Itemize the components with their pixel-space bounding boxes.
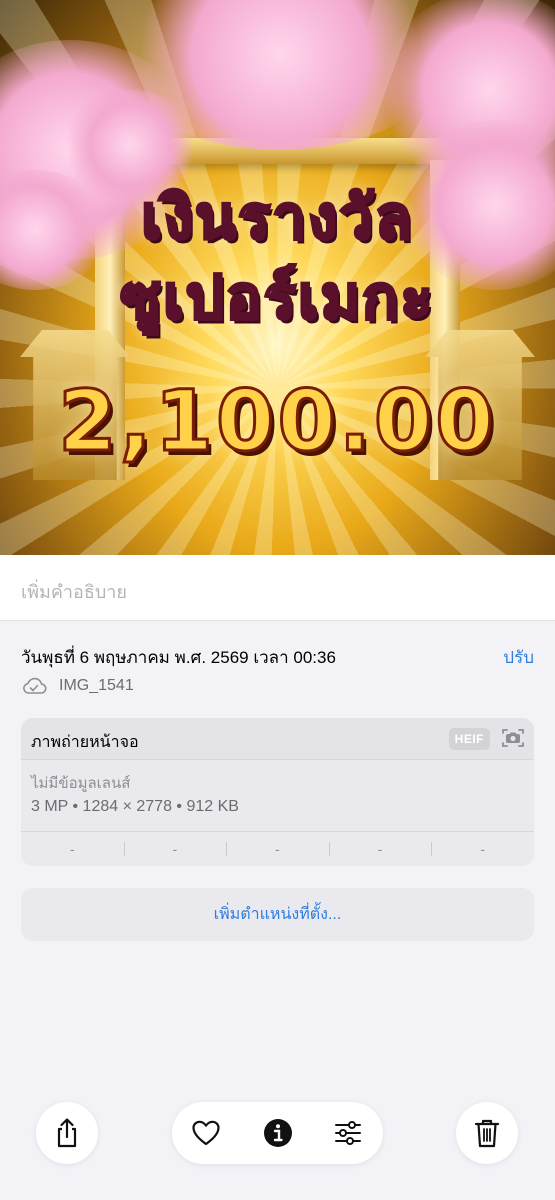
exif-shutter: - (431, 832, 534, 866)
date-row: วันพุธที่ 6 พฤษภาคม พ.ศ. 2569 เวลา 00:36… (21, 644, 534, 668)
screenshot-camera-icon (502, 729, 524, 747)
exif-iso: - (69, 841, 75, 857)
exif-aperture: - (328, 832, 432, 866)
add-location-button[interactable]: เพิ่มตำแหน่งที่ตั้ง... (21, 888, 534, 941)
date-text: วันพุธที่ 6 พฤษภาคม พ.ศ. 2569 เวลา 00:36 (21, 648, 336, 667)
sliders-icon[interactable] (332, 1117, 364, 1149)
heart-icon[interactable] (190, 1117, 222, 1149)
metadata-card: ภาพถ่ายหน้าจอ HEIF ไม่มีข้อมูลเลนส์ 3 MP… (21, 718, 534, 866)
adjust-date-link[interactable]: ปรับ (503, 644, 534, 671)
image-specs: 3 MP • 1284 × 2778 • 912 KB (31, 798, 239, 815)
exif-row: - - - - - (21, 832, 534, 866)
exif-focal-length: - (123, 832, 227, 866)
metadata-title: ภาพถ่ายหน้าจอ (31, 734, 139, 751)
action-pill (172, 1102, 383, 1164)
lens-info: ไม่มีข้อมูลเลนส์ (31, 775, 131, 792)
metadata-header: ภาพถ่ายหน้าจอ HEIF (21, 718, 534, 760)
share-icon (57, 1118, 77, 1148)
share-button[interactable] (36, 1102, 98, 1164)
info-icon[interactable] (262, 1117, 294, 1149)
win-amount: 2,100.00 (57, 371, 497, 472)
photo-preview[interactable]: เงินรางวัล ซูเปอร์เมกะ 2,100.00 (0, 0, 555, 555)
trash-icon (474, 1119, 500, 1148)
delete-button[interactable] (456, 1102, 518, 1164)
exif-exposure: - (226, 832, 329, 866)
caption-placeholder: เพิ่มคำอธิบาย (21, 582, 127, 602)
icloud-check-icon (23, 677, 47, 694)
format-badge: HEIF (448, 728, 490, 750)
caption-field[interactable]: เพิ่มคำอธิบาย (0, 555, 555, 621)
win-title-line2: ซูเปอร์เมกะ (119, 262, 435, 335)
file-name: IMG_1541 (59, 677, 134, 694)
